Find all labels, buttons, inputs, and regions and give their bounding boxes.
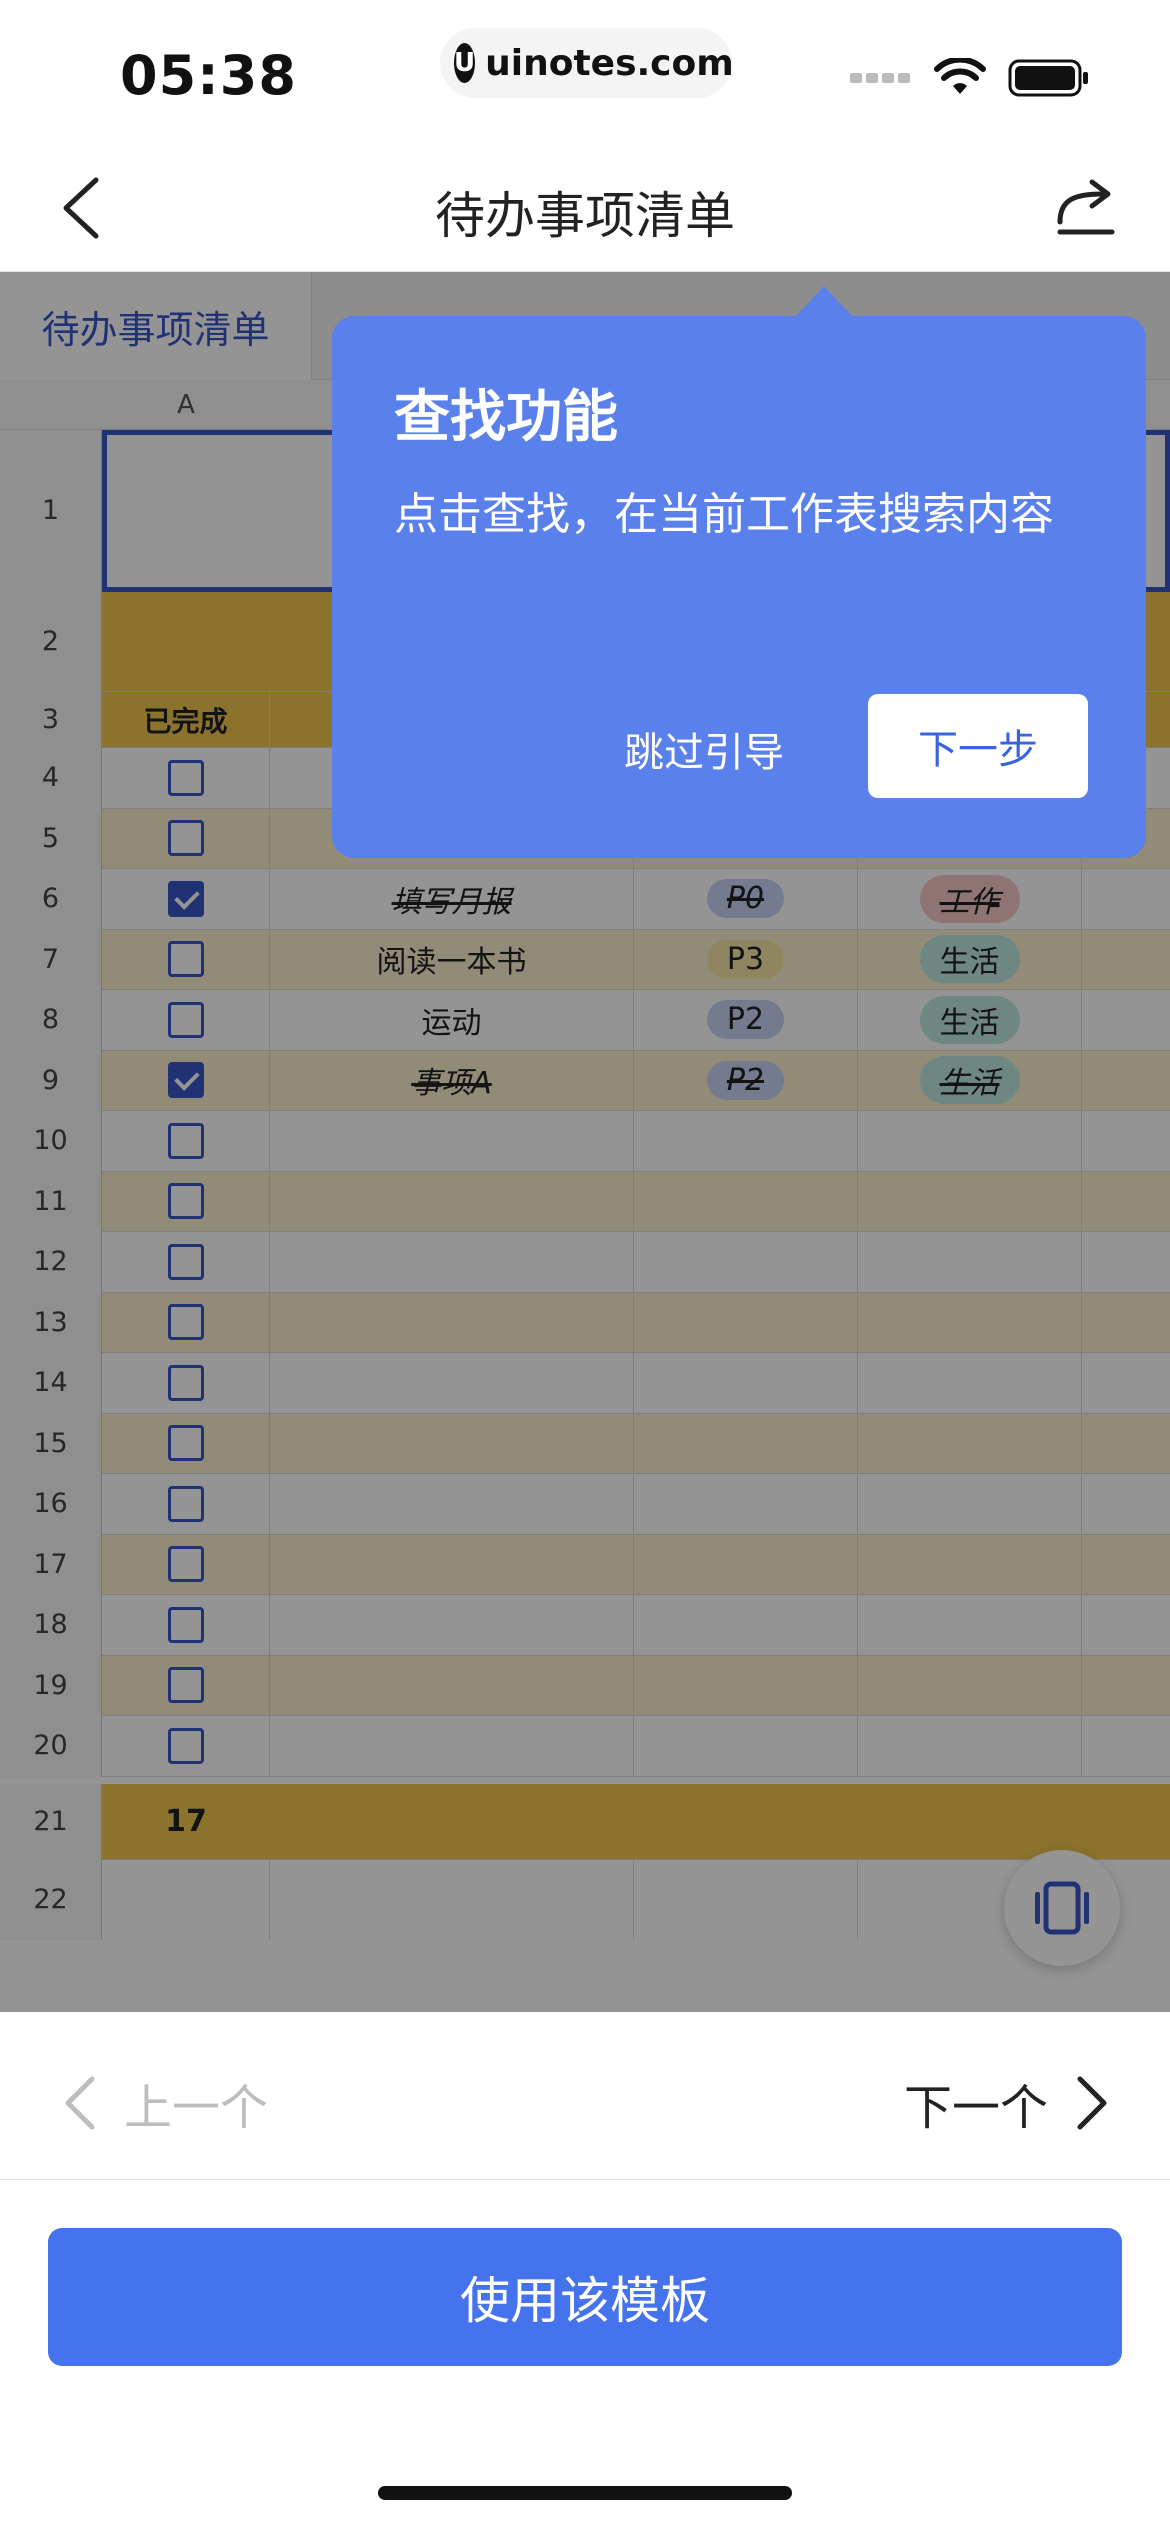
next-label: 下一个 bbox=[903, 2080, 1048, 2136]
battery-icon bbox=[1008, 59, 1088, 97]
next-template-button[interactable]: 下一个 bbox=[904, 2068, 1110, 2138]
skip-guide-button[interactable]: 跳过引导 bbox=[624, 720, 784, 778]
guide-tooltip: 查找功能 点击查找，在当前工作表搜索内容 跳过引导 下一步 bbox=[332, 316, 1146, 858]
url-text: uinotes.com bbox=[485, 42, 734, 84]
home-indicator bbox=[378, 2486, 792, 2500]
next-step-button[interactable]: 下一步 bbox=[868, 694, 1088, 798]
status-icons bbox=[850, 58, 1090, 98]
signal-icon bbox=[850, 73, 910, 83]
status-bar: 05:38 U uinotes.com bbox=[0, 0, 1170, 140]
share-icon[interactable] bbox=[1054, 174, 1118, 238]
chevron-right-icon bbox=[1077, 2076, 1107, 2130]
chevron-left-icon bbox=[65, 2076, 95, 2130]
wifi-icon bbox=[934, 58, 986, 94]
status-time: 05:38 bbox=[120, 44, 297, 107]
url-pill[interactable]: U uinotes.com bbox=[440, 28, 734, 98]
page-title: 待办事项清单 bbox=[435, 187, 735, 245]
nav-bar: 待办事项清单 bbox=[0, 140, 1170, 272]
prev-template-button[interactable]: 上一个 bbox=[62, 2068, 268, 2138]
tooltip-title: 查找功能 bbox=[394, 385, 618, 450]
use-template-button[interactable]: 使用该模板 bbox=[48, 2228, 1122, 2366]
template-pager: 上一个 下一个 bbox=[0, 2012, 1170, 2180]
prev-label: 上一个 bbox=[124, 2080, 269, 2136]
tooltip-arrow bbox=[794, 286, 854, 318]
site-logo-icon: U bbox=[454, 43, 476, 83]
tooltip-description: 点击查找，在当前工作表搜索内容 bbox=[394, 489, 1054, 540]
